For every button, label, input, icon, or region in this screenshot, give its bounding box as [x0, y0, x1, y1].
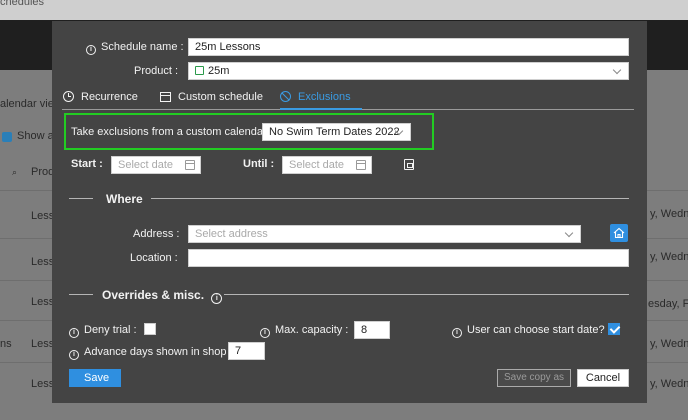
- section-divider: [69, 198, 93, 199]
- advance-days-label: Advance days shown in shop :: [69, 346, 233, 360]
- address-label: Address :: [133, 228, 180, 240]
- table-row-days: y, Wedne: [650, 208, 688, 220]
- info-icon[interactable]: [86, 45, 96, 55]
- section-divider: [69, 294, 93, 295]
- calendar-icon: [356, 160, 366, 170]
- table-row-days: y, Wedne: [650, 378, 688, 390]
- table-row[interactable]: Less: [31, 210, 54, 222]
- schedule-name-input[interactable]: 25m Lessons: [188, 38, 629, 56]
- max-capacity-label: Max. capacity :: [260, 324, 348, 338]
- start-date-input[interactable]: Select date: [111, 156, 201, 174]
- calendar-icon: [185, 160, 195, 170]
- home-icon: [613, 227, 625, 239]
- product-select[interactable]: 25m: [188, 62, 629, 80]
- info-icon[interactable]: [452, 328, 462, 338]
- top-bar: chedules: [0, 0, 688, 20]
- table-row[interactable]: Less: [31, 378, 54, 390]
- info-icon[interactable]: [211, 293, 223, 304]
- address-select[interactable]: Select address: [188, 225, 581, 243]
- location-label: Location :: [130, 252, 178, 264]
- show-all-label: Show a: [17, 130, 54, 142]
- user-start-date-checkbox[interactable]: [608, 323, 620, 335]
- home-address-button[interactable]: [610, 224, 628, 242]
- table-row-days: y, Wedne: [650, 338, 688, 350]
- until-date-input[interactable]: Select date: [282, 156, 372, 174]
- search-icon[interactable]: ⌕: [12, 167, 17, 178]
- breadcrumb: chedules: [0, 0, 45, 8]
- chevron-down-icon: [612, 65, 622, 75]
- table-row[interactable]: Less: [31, 338, 54, 350]
- info-icon[interactable]: [69, 350, 79, 360]
- edit-schedule-modal: Schedule name : 25m Lessons Product : 25…: [52, 21, 647, 403]
- save-dates-icon[interactable]: [404, 159, 414, 170]
- exclusion-calendar-label: Take exclusions from a custom calendar :: [71, 126, 273, 138]
- max-capacity-input[interactable]: 8: [354, 321, 390, 339]
- where-section-title: Where: [106, 192, 143, 206]
- tab-custom-schedule[interactable]: Custom schedule: [160, 91, 263, 103]
- schedule-name-label: Schedule name :: [86, 41, 184, 55]
- section-divider: [151, 198, 629, 199]
- tab-recurrence[interactable]: Recurrence: [63, 91, 138, 103]
- section-divider: [224, 294, 629, 295]
- active-tab-indicator: [280, 108, 362, 110]
- info-icon[interactable]: [260, 328, 270, 338]
- product-icon: [195, 66, 204, 75]
- column-header-product: Prod: [31, 166, 55, 178]
- user-start-date-label: User can choose start date? :: [452, 324, 611, 338]
- tab-exclusions[interactable]: Exclusions: [280, 91, 351, 103]
- table-row-days: esday, Fri: [648, 298, 688, 310]
- deny-trial-label: Deny trial :: [69, 324, 137, 338]
- clock-icon: [63, 91, 74, 102]
- table-row-days: y, Wedne: [650, 251, 688, 263]
- start-label: Start :: [71, 158, 103, 170]
- calendar-icon: [160, 92, 171, 102]
- overrides-section-title: Overrides & misc.: [102, 288, 227, 304]
- chevron-down-icon: [564, 228, 574, 238]
- advance-days-input[interactable]: 7: [228, 342, 265, 360]
- deny-trial-checkbox[interactable]: [144, 323, 156, 335]
- until-label: Until :: [243, 158, 275, 170]
- save-button[interactable]: Save: [69, 369, 121, 387]
- product-label: Product :: [134, 65, 179, 77]
- show-all-checkbox[interactable]: [2, 132, 12, 142]
- info-icon[interactable]: [69, 328, 79, 338]
- ban-icon: [280, 91, 291, 102]
- location-input[interactable]: [188, 249, 629, 267]
- table-row[interactable]: Less: [31, 256, 54, 268]
- left-stub-text: ns: [0, 338, 12, 350]
- exclusion-calendar-select[interactable]: No Swim Term Dates 2022: [262, 123, 411, 141]
- cancel-button[interactable]: Cancel: [577, 369, 629, 387]
- table-row[interactable]: Less: [31, 296, 54, 308]
- save-copy-button[interactable]: Save copy as: [497, 369, 571, 387]
